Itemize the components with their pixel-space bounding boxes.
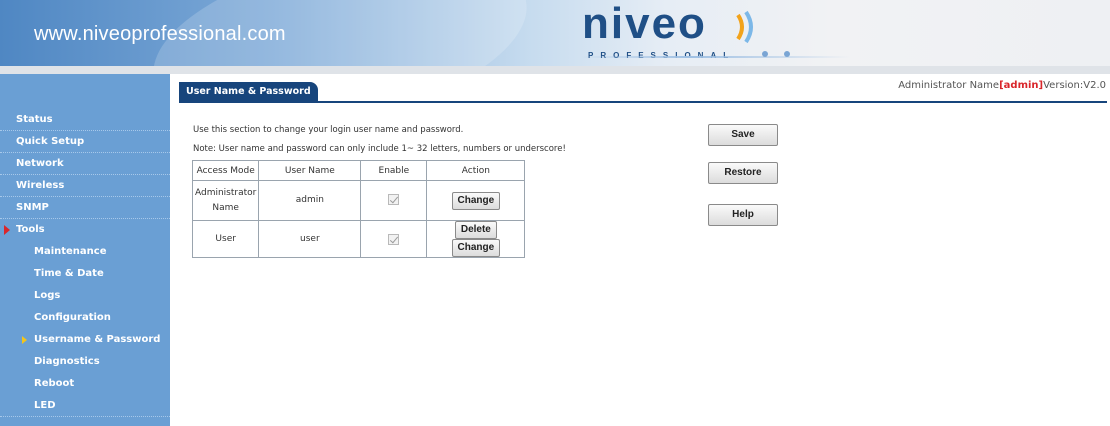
table-row: Administrator Name admin Change (191, 180, 526, 221)
users-table: Access Mode User Name Enable Action Admi… (191, 160, 526, 258)
sidebar-subitem-label: Configuration (34, 312, 111, 323)
admin-info: Administrator Name[admin]Version:V2.0 (898, 80, 1106, 91)
sidebar-subitem-label: Maintenance (34, 246, 107, 257)
header-decor-line (580, 56, 850, 58)
active-caret-icon (4, 225, 10, 235)
sidebar-item-label: SNMP (16, 202, 49, 213)
sidebar-item-label: Quick Setup (16, 136, 85, 147)
sidebar-item-label: Wireless (16, 180, 65, 191)
sidebar-item-wireless[interactable]: Wireless (0, 175, 170, 197)
save-button[interactable]: Save (708, 124, 778, 146)
table-row: User user Delete Change (191, 220, 526, 258)
user-name-cell: user (258, 220, 362, 258)
sidebar-subitem-label: Reboot (34, 378, 75, 389)
admin-name: admin (1003, 80, 1039, 91)
table-header-row: Access Mode User Name Enable Action (191, 160, 526, 181)
action-cell: Delete Change (426, 220, 526, 258)
signal-arcs-icon (736, 10, 753, 44)
sidebar-subitem-label: Username & Password (34, 334, 161, 345)
change-button[interactable]: Change (451, 191, 501, 210)
sidebar-item-snmp[interactable]: SNMP (0, 197, 170, 219)
help-button[interactable]: Help (708, 204, 778, 226)
sidebar-subitem-reboot[interactable]: Reboot (0, 373, 170, 395)
note-text: Note: User name and password can only in… (193, 144, 566, 154)
header-banner: www.niveoprofessional.com niveo PROFESSI… (0, 0, 1110, 70)
sidebar-subitem-maintenance[interactable]: Maintenance (0, 241, 170, 263)
tab-underline (179, 101, 1107, 103)
header-decor-dot (784, 51, 790, 57)
sidebar-subitem-label: Diagnostics (34, 356, 100, 367)
sidebar-item-tools[interactable]: Tools (0, 219, 170, 241)
sidebar-menu: Status Quick Setup Network Wireless SNMP… (0, 109, 170, 417)
column-header: Access Mode (191, 160, 260, 181)
access-mode-cell: Administrator Name (191, 180, 260, 221)
access-mode-cell: User (191, 220, 260, 258)
restore-button[interactable]: Restore (708, 162, 778, 184)
sidebar-subitem-diagnostics[interactable]: Diagnostics (0, 351, 170, 373)
enable-checkbox[interactable] (388, 194, 400, 205)
sidebar-subitem-time-date[interactable]: Time & Date (0, 263, 170, 285)
change-button[interactable]: Change (451, 239, 501, 257)
intro-text: Use this section to change your login us… (193, 125, 464, 135)
enable-checkbox[interactable] (388, 233, 400, 245)
active-caret-icon (22, 336, 27, 344)
column-header: Action (426, 160, 526, 181)
sidebar-item-quick-setup[interactable]: Quick Setup (0, 131, 170, 153)
enable-cell (360, 220, 428, 258)
enable-cell (360, 180, 428, 221)
main-content: User Name & Password Administrator Name[… (170, 74, 1110, 426)
sidebar: Status Quick Setup Network Wireless SNMP… (0, 74, 170, 426)
sidebar-subitem-logs[interactable]: Logs (0, 285, 170, 307)
sidebar-item-label: Tools (16, 224, 45, 235)
sidebar-subitem-label: Logs (34, 290, 61, 301)
sidebar-top (0, 74, 170, 108)
column-header: User Name (258, 160, 362, 181)
sidebar-item-network[interactable]: Network (0, 153, 170, 175)
delete-button[interactable]: Delete (454, 221, 497, 239)
tab-user-name-password[interactable]: User Name & Password (179, 82, 318, 102)
logo-word: niveo (582, 0, 707, 48)
site-url: www.niveoprofessional.com (34, 23, 286, 45)
header-subbar (0, 66, 1110, 74)
sidebar-subitem-configuration[interactable]: Configuration (0, 307, 170, 329)
sidebar-item-label: Network (16, 158, 64, 169)
access-mode-line: Administrator (195, 187, 257, 198)
action-cell: Change (426, 180, 526, 221)
sidebar-subitem-led[interactable]: LED (0, 395, 170, 417)
sidebar-subitem-label: LED (34, 400, 56, 411)
column-header: Enable (360, 160, 428, 181)
header-decor-dot (762, 51, 768, 57)
access-mode-line: Name (212, 202, 239, 213)
sidebar-item-status[interactable]: Status (0, 109, 170, 131)
user-name-cell: admin (258, 180, 362, 221)
sidebar-subitem-username-password[interactable]: Username & Password (0, 329, 170, 351)
version-label: Version:V2.0 (1043, 80, 1106, 91)
sidebar-subitem-label: Time & Date (34, 268, 104, 279)
admin-label: Administrator Name (898, 80, 1000, 91)
sidebar-item-label: Status (16, 114, 53, 125)
